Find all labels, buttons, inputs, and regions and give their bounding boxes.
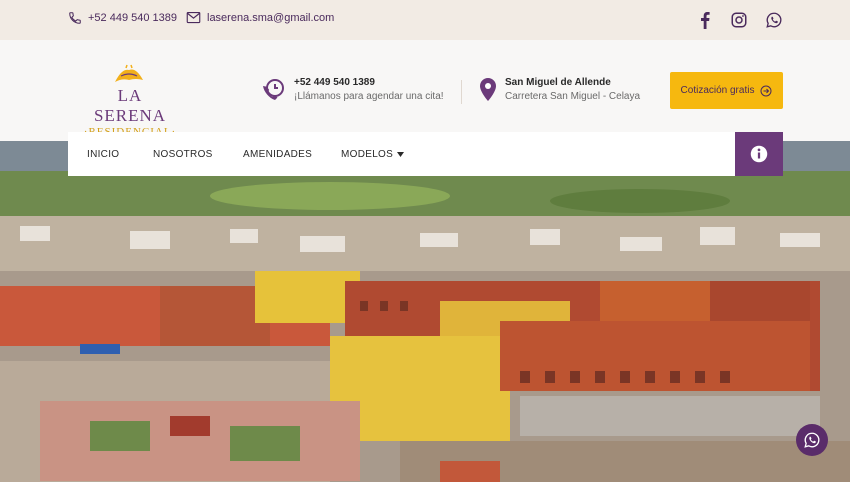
header-divider <box>461 80 462 104</box>
arrow-circle-right-icon <box>760 85 772 96</box>
contact-location-block[interactable]: San Miguel de Allende Carretera San Migu… <box>479 77 640 103</box>
contact-location-subtitle: Carretera San Miguel - Celaya <box>505 91 641 102</box>
contact-location-title: San Miguel de Allende <box>505 77 611 88</box>
main-nav: INICIO NOSOTROS AMENIDADES MODELOS <box>68 132 735 176</box>
logo-name: LA SERENA <box>93 86 167 125</box>
nav-label: INICIO <box>87 148 120 160</box>
nav-label: NOSOTROS <box>153 148 213 160</box>
whatsapp-icon[interactable] <box>764 9 784 31</box>
topbar-phone-text: +52 449 540 1389 <box>88 12 178 24</box>
phone-clock-icon <box>263 79 284 100</box>
nav-item-modelos[interactable]: MODELOS <box>341 148 405 160</box>
site-logo[interactable]: LA SERENA ·RESIDENCIAL· <box>80 64 180 138</box>
free-quote-label: Cotización gratis <box>680 85 755 96</box>
whatsapp-icon <box>804 432 820 448</box>
nav-item-amenidades[interactable]: AMENIDADES <box>243 149 312 160</box>
contact-phone-number: +52 449 540 1389 <box>294 77 375 88</box>
topbar-email-text: laserena.sma@gmail.com <box>207 11 335 24</box>
site-header: LA SERENA ·RESIDENCIAL· +52 449 540 1389… <box>0 40 850 141</box>
caret-down-icon <box>397 151 405 157</box>
top-bar: +52 449 540 1389 laserena.sma@gmail.com <box>0 0 850 40</box>
instagram-icon[interactable] <box>729 9 749 31</box>
contact-phone-subtitle: ¡Llámanos para agendar una cita! <box>294 91 444 102</box>
info-icon <box>750 145 768 163</box>
location-pin-icon <box>480 78 496 101</box>
free-quote-button[interactable]: Cotización gratis <box>670 72 783 109</box>
topbar-phone-link[interactable]: +52 449 540 1389 <box>68 11 177 25</box>
info-button[interactable] <box>735 132 783 176</box>
facebook-icon[interactable] <box>695 9 715 31</box>
whatsapp-float-button[interactable] <box>796 424 828 456</box>
nav-label: AMENIDADES <box>243 148 313 160</box>
phone-icon <box>69 12 81 24</box>
contact-phone-block[interactable]: +52 449 540 1389 ¡Llámanos para agendar … <box>260 77 444 103</box>
logo-sun-icon <box>115 64 143 82</box>
hero-aerial-image <box>0 141 850 482</box>
nav-item-nosotros[interactable]: NOSOTROS <box>153 149 213 160</box>
topbar-email-link[interactable]: laserena.sma@gmail.com <box>186 11 334 24</box>
mail-icon <box>186 11 201 24</box>
nav-label: MODELOS <box>341 148 394 160</box>
nav-item-inicio[interactable]: INICIO <box>87 149 119 160</box>
